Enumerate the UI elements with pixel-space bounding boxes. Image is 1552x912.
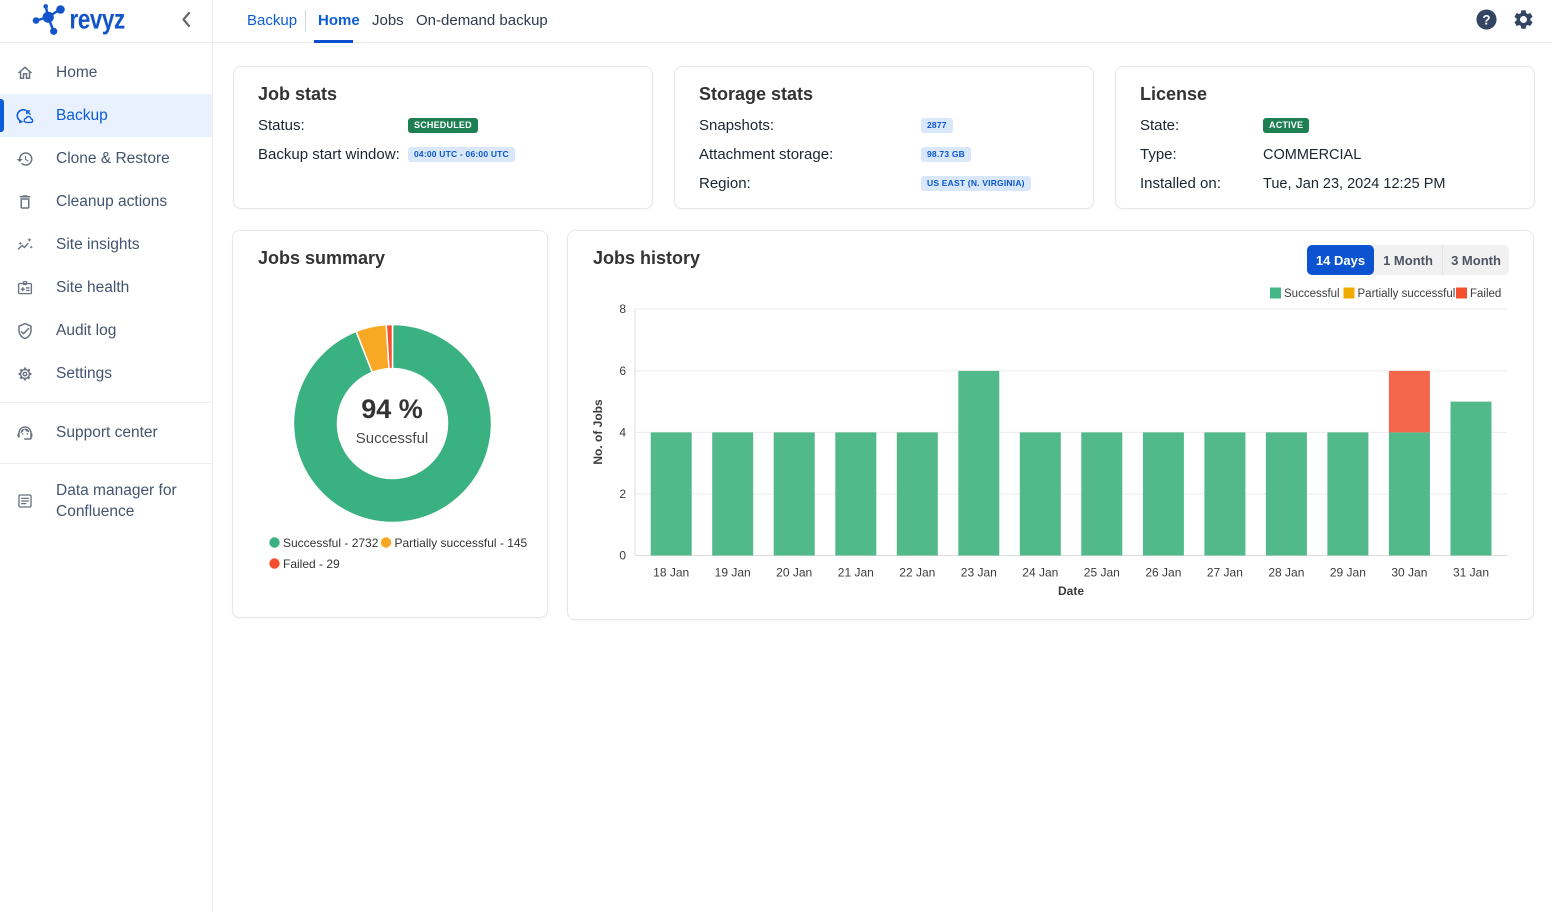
svg-text:Successful - 2732: Successful - 2732: [283, 536, 379, 550]
svg-text:30 Jan: 30 Jan: [1391, 566, 1427, 580]
svg-text:?: ?: [1482, 12, 1490, 27]
svg-text:revyz: revyz: [70, 4, 125, 35]
svg-text:25 Jan: 25 Jan: [1084, 566, 1120, 580]
svg-text:Partially successful: Partially successful: [1358, 288, 1456, 300]
svg-text:Date: Date: [1058, 584, 1084, 598]
svg-text:29 Jan: 29 Jan: [1330, 566, 1366, 580]
svg-text:19 Jan: 19 Jan: [715, 566, 751, 580]
svg-text:6: 6: [619, 364, 626, 378]
svg-text:21 Jan: 21 Jan: [838, 566, 874, 580]
svg-text:31 Jan: 31 Jan: [1453, 566, 1489, 580]
svg-text:26 Jan: 26 Jan: [1145, 566, 1181, 580]
svg-text:Successful: Successful: [1284, 288, 1340, 300]
svg-text:8: 8: [619, 302, 626, 316]
svg-text:Failed: Failed: [1470, 288, 1501, 300]
svg-text:No. of Jobs: No. of Jobs: [591, 399, 605, 465]
svg-text:94 %: 94 %: [361, 394, 423, 424]
svg-text:Successful: Successful: [356, 430, 429, 447]
svg-text:0: 0: [619, 549, 626, 563]
svg-text:22 Jan: 22 Jan: [899, 566, 935, 580]
svg-text:Failed - 29: Failed - 29: [283, 557, 340, 571]
svg-text:23 Jan: 23 Jan: [961, 566, 997, 580]
svg-text:24 Jan: 24 Jan: [1022, 566, 1058, 580]
svg-text:20 Jan: 20 Jan: [776, 566, 812, 580]
svg-text:18 Jan: 18 Jan: [653, 566, 689, 580]
svg-text:4: 4: [619, 425, 626, 439]
svg-text:27 Jan: 27 Jan: [1207, 566, 1243, 580]
svg-text:Partially successful - 145: Partially successful - 145: [395, 536, 528, 550]
svg-text:2: 2: [619, 487, 626, 501]
svg-text:28 Jan: 28 Jan: [1268, 566, 1304, 580]
